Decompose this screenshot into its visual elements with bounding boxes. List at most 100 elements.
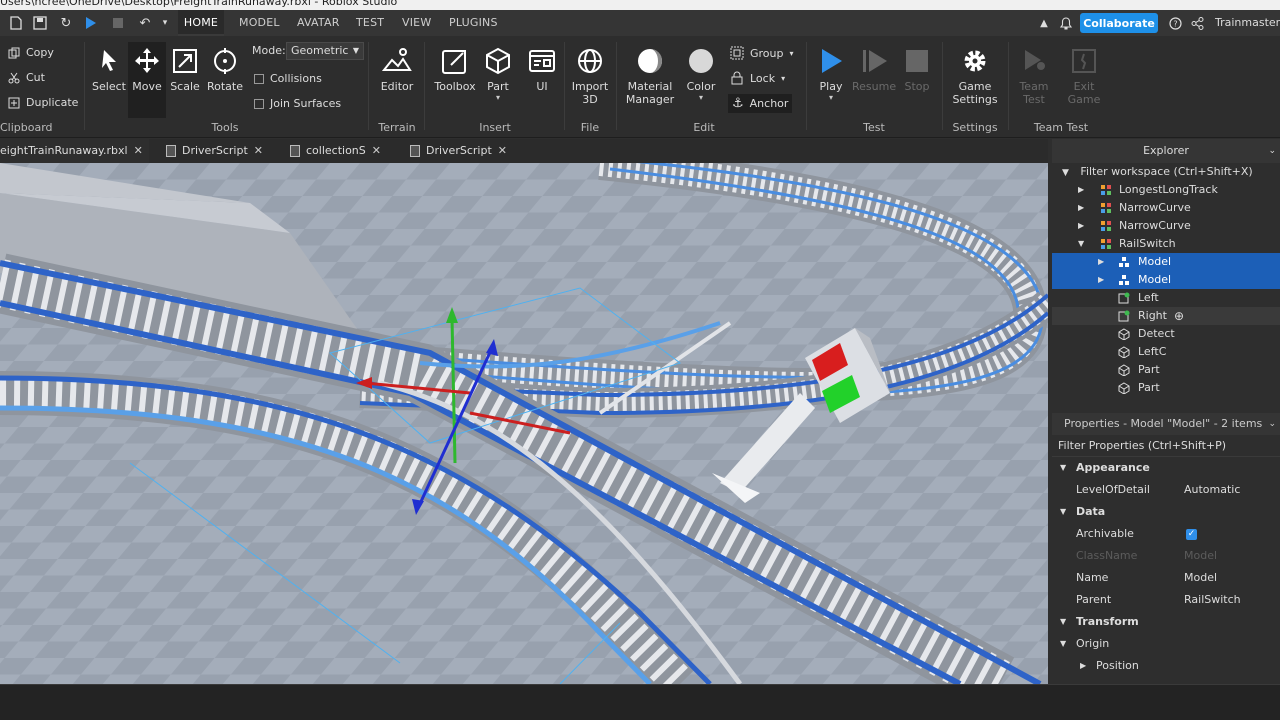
property-row[interactable]: LevelOfDetail Automatic: [1052, 479, 1280, 501]
collapse-arrow-icon[interactable]: ▼: [1060, 501, 1066, 523]
tree-item-selected[interactable]: ▶ Model: [1052, 271, 1280, 289]
tree-item[interactable]: Detect: [1052, 325, 1280, 343]
stop-icon[interactable]: [110, 15, 126, 31]
select-button[interactable]: Select: [90, 46, 128, 93]
tree-item[interactable]: ▶ LongestLongTrack: [1052, 181, 1280, 199]
property-category-appearance[interactable]: ▼ Appearance: [1052, 457, 1280, 479]
tree-item[interactable]: Part: [1052, 379, 1280, 397]
tree-item[interactable]: LeftC: [1052, 343, 1280, 361]
collapse-arrow-icon[interactable]: ▼: [1060, 457, 1066, 479]
property-group-position[interactable]: ▶ Position: [1052, 655, 1280, 677]
copy-button[interactable]: Copy: [8, 46, 54, 59]
close-icon[interactable]: ✕: [134, 139, 143, 163]
tree-item[interactable]: ▶ NarrowCurve: [1052, 217, 1280, 235]
close-icon[interactable]: ✕: [254, 139, 263, 163]
tab-plugins[interactable]: PLUGINS: [449, 10, 498, 36]
chevron-down-icon[interactable]: ⌄: [1268, 139, 1276, 163]
save-icon[interactable]: [32, 15, 48, 31]
import-3d-button[interactable]: Import 3D: [568, 46, 612, 106]
tree-item-selected[interactable]: ▶ Model: [1052, 253, 1280, 271]
explorer-filter[interactable]: ▼ Filter workspace (Ctrl+Shift+X): [1052, 163, 1280, 181]
anchor-button[interactable]: ⚓ Anchor: [728, 94, 793, 113]
share-icon[interactable]: [1189, 15, 1205, 31]
property-value[interactable]: RailSwitch: [1184, 589, 1241, 611]
add-icon[interactable]: ⊕: [1174, 307, 1184, 325]
property-category-data[interactable]: ▼ Data: [1052, 501, 1280, 523]
tab-driverscript-2[interactable]: DriverScript ✕: [410, 139, 507, 163]
property-row[interactable]: Parent RailSwitch: [1052, 589, 1280, 611]
expand-arrow-icon[interactable]: ▶: [1078, 181, 1084, 199]
tab-view[interactable]: VIEW: [402, 10, 431, 36]
bell-icon[interactable]: [1058, 15, 1074, 31]
redo-icon[interactable]: ↻: [58, 15, 74, 31]
join-surfaces-checkbox[interactable]: [254, 98, 264, 109]
property-value[interactable]: Model: [1184, 567, 1217, 589]
terrain-editor-button[interactable]: Editor: [376, 46, 418, 93]
collisions-checkbox[interactable]: [254, 73, 264, 84]
team-test-button[interactable]: Team Test: [1014, 46, 1054, 106]
mode-select[interactable]: Geometric ▼: [286, 42, 364, 60]
collapse-arrow-icon[interactable]: ▼: [1060, 633, 1066, 655]
play-icon[interactable]: [83, 15, 99, 31]
expand-arrow-icon[interactable]: ▶: [1080, 655, 1086, 677]
chevron-down-icon[interactable]: ▾: [682, 93, 720, 102]
chevron-down-icon[interactable]: ▾: [812, 93, 850, 102]
part-button[interactable]: Part ▾: [480, 46, 516, 102]
undo-icon[interactable]: ↶: [137, 15, 153, 31]
tree-item[interactable]: ▼ RailSwitch: [1052, 235, 1280, 253]
collapse-arrow-icon[interactable]: ▼: [1060, 611, 1066, 633]
file-icon[interactable]: [8, 15, 24, 31]
help-icon[interactable]: ?: [1167, 15, 1183, 31]
scene-render[interactable]: [0, 163, 1048, 684]
tree-item[interactable]: Left: [1052, 289, 1280, 307]
property-row[interactable]: Archivable ✓: [1052, 523, 1280, 545]
expand-arrow-icon[interactable]: ▶: [1098, 271, 1104, 289]
tab-home[interactable]: HOME: [178, 10, 224, 36]
toolbox-button[interactable]: Toolbox: [432, 46, 478, 93]
stop-button[interactable]: Stop: [898, 46, 936, 93]
property-group-origin[interactable]: ▼ Origin: [1052, 633, 1280, 655]
join-surfaces-toggle[interactable]: Join Surfaces: [254, 97, 341, 110]
tree-item[interactable]: Part: [1052, 361, 1280, 379]
tab-model[interactable]: MODEL: [239, 10, 280, 36]
lock-button[interactable]: Lock ▾: [730, 71, 785, 85]
tab-driverscript-1[interactable]: DriverScript ✕: [166, 139, 263, 163]
rotate-button[interactable]: Rotate: [205, 46, 245, 93]
archivable-checkbox[interactable]: ✓: [1186, 529, 1197, 540]
expand-arrow-icon[interactable]: ▶: [1098, 253, 1104, 271]
play-button[interactable]: Play ▾: [812, 46, 850, 102]
game-settings-button[interactable]: Game Settings: [948, 46, 1002, 106]
color-button[interactable]: Color ▾: [682, 46, 720, 102]
tab-place-file[interactable]: eightTrainRunaway.rbxl ✕: [0, 139, 149, 163]
property-value[interactable]: Automatic: [1184, 479, 1240, 501]
tab-collections[interactable]: collectionS ✕: [290, 139, 381, 163]
property-row[interactable]: Name Model: [1052, 567, 1280, 589]
chevron-down-icon[interactable]: ▾: [480, 93, 516, 102]
cut-button[interactable]: Cut: [8, 71, 45, 84]
group-button[interactable]: Group ▾: [730, 46, 794, 60]
chevron-down-icon[interactable]: ▾: [157, 15, 173, 31]
tab-test[interactable]: TEST: [356, 10, 384, 36]
close-icon[interactable]: ✕: [498, 139, 507, 163]
expand-arrow-icon[interactable]: ▶: [1078, 199, 1084, 217]
scale-button[interactable]: Scale: [167, 46, 203, 93]
resume-button[interactable]: Resume: [852, 46, 896, 93]
collisions-toggle[interactable]: Collisions: [254, 72, 322, 85]
move-button[interactable]: Move: [128, 42, 166, 118]
user-name[interactable]: Trainmaster2: [1215, 10, 1280, 36]
ui-button[interactable]: UI: [524, 46, 560, 93]
material-manager-button[interactable]: Material Manager: [622, 46, 678, 106]
chevron-down-icon[interactable]: ⌄: [1268, 413, 1276, 435]
property-category-transform[interactable]: ▼ Transform: [1052, 611, 1280, 633]
collaborate-button[interactable]: Collaborate: [1080, 13, 1158, 33]
close-icon[interactable]: ✕: [372, 139, 381, 163]
duplicate-button[interactable]: Duplicate: [8, 96, 78, 109]
3d-viewport[interactable]: [0, 163, 1048, 684]
expand-arrow-icon[interactable]: ▶: [1078, 217, 1084, 235]
chevron-up-icon[interactable]: ▲: [1036, 15, 1052, 31]
tree-item[interactable]: Right ⊕: [1052, 307, 1280, 325]
collapse-arrow-icon[interactable]: ▼: [1078, 235, 1084, 253]
exit-game-button[interactable]: Exit Game: [1062, 46, 1106, 106]
properties-filter[interactable]: Filter Properties (Ctrl+Shift+P): [1052, 435, 1280, 457]
tree-item[interactable]: ▶ NarrowCurve: [1052, 199, 1280, 217]
